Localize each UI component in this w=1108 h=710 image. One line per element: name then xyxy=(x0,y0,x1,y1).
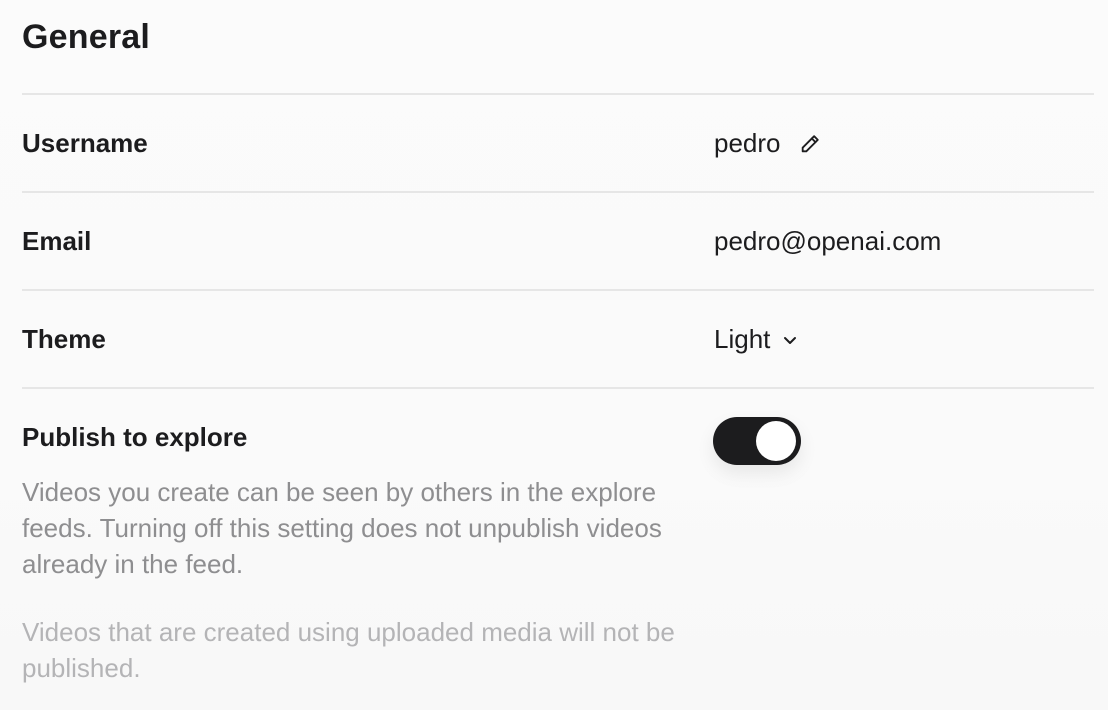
publish-label: Publish to explore xyxy=(22,422,248,452)
username-row-value: pedro xyxy=(714,128,821,159)
settings-panel: General Username pedro Email pedro@opena… xyxy=(0,0,1108,710)
username-value: pedro xyxy=(714,128,781,158)
chevron-down-icon xyxy=(782,332,798,348)
theme-dropdown[interactable]: Light xyxy=(714,324,798,355)
publish-toggle[interactable] xyxy=(713,417,801,465)
section-title: General xyxy=(22,18,151,56)
email-label: Email xyxy=(22,226,92,256)
divider xyxy=(22,387,1094,389)
username-label: Username xyxy=(22,128,148,158)
divider xyxy=(22,191,1094,193)
toggle-knob xyxy=(756,421,796,461)
theme-label: Theme xyxy=(22,324,106,354)
publish-note: Videos that are created using uploaded m… xyxy=(22,617,675,683)
publish-description: Videos you create can be seen by others … xyxy=(22,477,662,579)
theme-value: Light xyxy=(714,324,771,354)
email-value: pedro@openai.com xyxy=(714,226,942,256)
pencil-icon[interactable] xyxy=(799,133,821,155)
divider xyxy=(22,93,1094,95)
divider xyxy=(22,289,1094,291)
